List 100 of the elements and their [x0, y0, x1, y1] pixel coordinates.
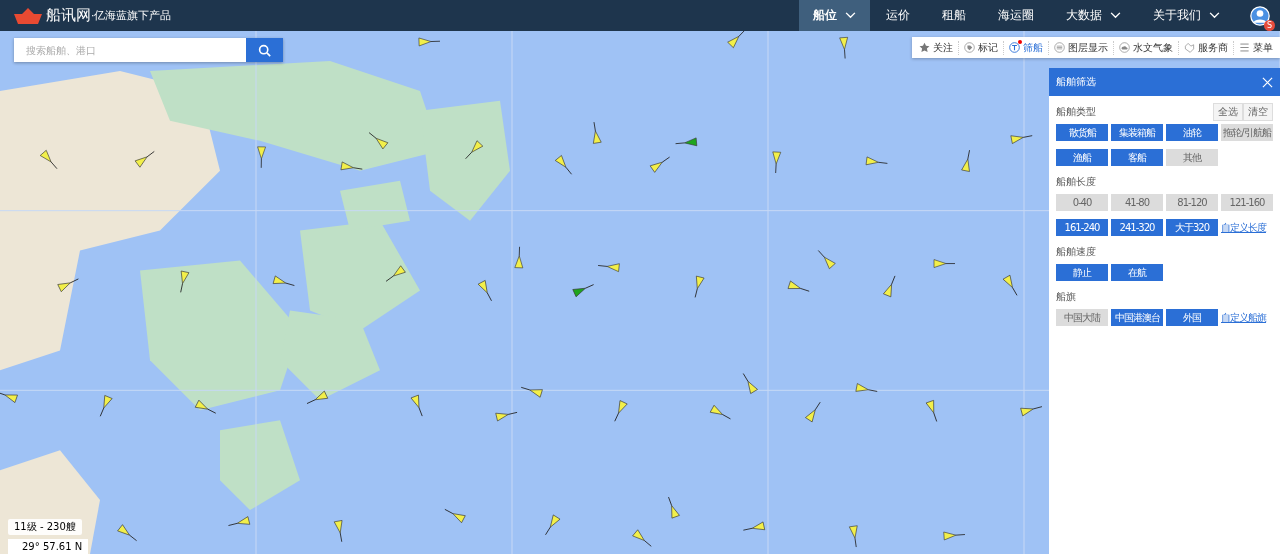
- ship-marker-icon[interactable]: [410, 394, 423, 417]
- ship-marker-icon[interactable]: [1010, 135, 1033, 144]
- filter-option-button[interactable]: 拖轮/引航船: [1221, 124, 1273, 141]
- ship-marker-icon[interactable]: [180, 270, 190, 293]
- ship-marker-icon[interactable]: [99, 395, 113, 417]
- ship-marker-icon[interactable]: [545, 514, 561, 536]
- ship-marker-icon[interactable]: [520, 386, 543, 398]
- ship-marker-icon[interactable]: [39, 149, 58, 170]
- ship-marker-icon[interactable]: [933, 259, 956, 268]
- ship-marker-icon[interactable]: [257, 146, 266, 169]
- ship-marker-icon[interactable]: [817, 250, 836, 270]
- ship-marker-icon[interactable]: [772, 151, 782, 174]
- ship-marker-icon[interactable]: [742, 521, 765, 531]
- ship-marker-icon[interactable]: [961, 149, 970, 172]
- nav-tab[interactable]: 大数据: [1050, 0, 1137, 31]
- filter-option-button[interactable]: 大于320: [1166, 219, 1218, 236]
- ship-marker-icon[interactable]: [1020, 406, 1043, 417]
- section-action-button[interactable]: 清空: [1243, 103, 1273, 121]
- ship-marker-icon[interactable]: [514, 246, 524, 269]
- toolbar-button[interactable]: 关注: [914, 40, 959, 55]
- ship-marker-icon[interactable]: [593, 121, 602, 144]
- ship-marker-icon[interactable]: [614, 400, 628, 422]
- ship-marker-icon[interactable]: [727, 31, 746, 49]
- nav-tab[interactable]: 租船: [926, 0, 982, 31]
- user-avatar-icon[interactable]: [1250, 5, 1270, 26]
- filter-option-button[interactable]: 其他: [1166, 149, 1218, 166]
- ship-marker-icon[interactable]: [805, 401, 821, 423]
- filter-option-button[interactable]: 散货船: [1056, 124, 1108, 141]
- ship-marker-icon[interactable]: [554, 155, 572, 175]
- ship-marker-icon[interactable]: [418, 37, 441, 47]
- custom-filter-link[interactable]: 自定义船旗: [1221, 310, 1273, 325]
- ship-marker-icon[interactable]: [57, 278, 79, 292]
- ship-marker-icon[interactable]: [1002, 274, 1018, 296]
- filter-option-button[interactable]: 41-80: [1111, 194, 1163, 211]
- ship-marker-icon[interactable]: [839, 37, 848, 59]
- ship-marker-icon[interactable]: [668, 496, 680, 519]
- filter-option-button[interactable]: 中国港澳台: [1111, 309, 1163, 326]
- toolbar-button[interactable]: 筛船: [1004, 40, 1049, 55]
- ship-marker-icon[interactable]: [272, 275, 295, 286]
- search-button[interactable]: [246, 38, 283, 62]
- ship-marker-icon[interactable]: [943, 531, 966, 541]
- ship-marker-icon[interactable]: [742, 373, 758, 394]
- ship-marker-icon[interactable]: [385, 265, 406, 282]
- close-icon[interactable]: [1262, 76, 1273, 88]
- toolbar-button[interactable]: 标记: [959, 40, 1004, 55]
- ship-marker-icon[interactable]: [306, 390, 329, 404]
- nav-tab[interactable]: 关于我们: [1137, 0, 1236, 31]
- section-action-button[interactable]: 全选: [1213, 103, 1243, 121]
- custom-filter-link[interactable]: 自定义长度: [1221, 220, 1273, 235]
- ship-marker-icon[interactable]: [495, 411, 518, 422]
- ship-marker-icon[interactable]: [883, 275, 896, 298]
- toolbar-button[interactable]: 图层显示: [1049, 40, 1114, 55]
- ship-marker-icon[interactable]: [597, 263, 620, 272]
- ship-marker-icon[interactable]: [709, 404, 731, 420]
- nav-tab[interactable]: 船位: [799, 0, 870, 31]
- ship-marker-icon[interactable]: [465, 140, 484, 160]
- ship-marker-icon[interactable]: [0, 391, 18, 403]
- filter-option-button[interactable]: 集装箱船: [1111, 124, 1163, 141]
- ship-marker-icon[interactable]: [477, 280, 492, 302]
- boat-logo-icon: [14, 7, 42, 24]
- ship-marker-icon[interactable]: [117, 524, 137, 542]
- search-field[interactable]: 搜索船舶、港口: [14, 38, 283, 62]
- ship-marker-icon[interactable]: [694, 275, 705, 298]
- filter-option-button[interactable]: 0-40: [1056, 194, 1108, 211]
- ship-marker-icon[interactable]: [194, 399, 217, 414]
- ship-marker-icon[interactable]: [849, 525, 858, 548]
- toolbar-button[interactable]: 服务商: [1179, 40, 1234, 55]
- filter-option-button[interactable]: 静止: [1056, 264, 1108, 281]
- filter-option-button[interactable]: 中国大陆: [1056, 309, 1108, 326]
- coordinate-readout: 29° 57.61 N: [8, 539, 89, 554]
- filter-option-button[interactable]: 客船: [1111, 149, 1163, 166]
- filter-option-button[interactable]: 在航: [1111, 264, 1163, 281]
- ship-marker-icon[interactable]: [444, 508, 466, 524]
- filter-option-button[interactable]: 渔船: [1056, 149, 1108, 166]
- toolbar-button[interactable]: 水文气象: [1114, 40, 1179, 55]
- filter-option-button[interactable]: 121-160: [1221, 194, 1273, 211]
- nav-tab[interactable]: 运价: [870, 0, 926, 31]
- toolbar-button[interactable]: 菜单: [1234, 40, 1278, 55]
- chevron-down-icon: [1209, 12, 1220, 19]
- ship-marker-icon[interactable]: [855, 383, 878, 392]
- filter-option-button[interactable]: 外国: [1166, 309, 1218, 326]
- ship-marker-icon[interactable]: [632, 529, 652, 547]
- ship-marker-icon[interactable]: [572, 284, 594, 298]
- ship-marker-icon[interactable]: [340, 161, 363, 171]
- section-title: 船舶速度: [1056, 245, 1096, 259]
- ship-marker-icon[interactable]: [333, 520, 343, 543]
- ship-marker-icon[interactable]: [134, 151, 155, 168]
- nav-tab[interactable]: 海运圈: [982, 0, 1050, 31]
- filter-option-button[interactable]: 241-320: [1111, 219, 1163, 236]
- ship-marker-icon[interactable]: [787, 280, 810, 292]
- ship-marker-icon[interactable]: [925, 400, 938, 422]
- filter-option-button[interactable]: 81-120: [1166, 194, 1218, 211]
- ship-marker-icon[interactable]: [228, 516, 251, 526]
- cloud-icon: [1119, 42, 1130, 53]
- filter-option-button[interactable]: 油轮: [1166, 124, 1218, 141]
- filter-option-button[interactable]: 161-240: [1056, 219, 1108, 236]
- ship-marker-icon[interactable]: [649, 156, 670, 173]
- ship-marker-icon[interactable]: [368, 132, 389, 150]
- ship-marker-icon[interactable]: [675, 137, 698, 147]
- ship-marker-icon[interactable]: [865, 156, 888, 166]
